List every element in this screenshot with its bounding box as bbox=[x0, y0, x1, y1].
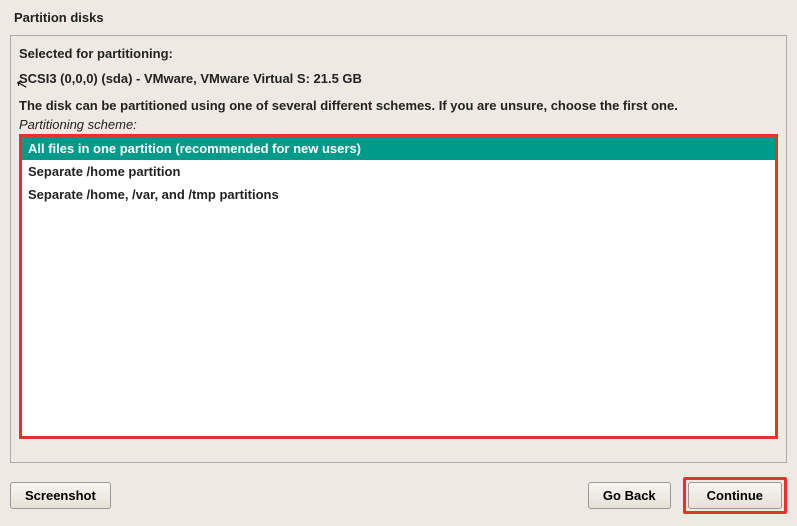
scheme-option-separate-home[interactable]: Separate /home partition bbox=[22, 160, 775, 183]
partitioning-scheme-label: Partitioning scheme: bbox=[19, 117, 778, 132]
instruction-text: The disk can be partitioned using one of… bbox=[19, 98, 778, 113]
scheme-option-separate-home-var-tmp[interactable]: Separate /home, /var, and /tmp partition… bbox=[22, 183, 775, 206]
continue-highlight: Continue bbox=[683, 477, 787, 514]
disk-info: SCSI3 (0,0,0) (sda) - VMware, VMware Vir… bbox=[19, 71, 778, 86]
page-title: Partition disks bbox=[10, 10, 787, 25]
go-back-button[interactable]: Go Back bbox=[588, 482, 671, 509]
footer: Screenshot Go Back Continue bbox=[10, 477, 787, 514]
scheme-option-all-in-one[interactable]: All files in one partition (recommended … bbox=[22, 137, 775, 160]
selected-for-partitioning-label: Selected for partitioning: bbox=[19, 46, 778, 61]
continue-button[interactable]: Continue bbox=[688, 482, 782, 509]
main-panel: Selected for partitioning: SCSI3 (0,0,0)… bbox=[10, 35, 787, 463]
partitioning-scheme-list[interactable]: All files in one partition (recommended … bbox=[19, 134, 778, 439]
right-buttons-group: Go Back Continue bbox=[588, 477, 787, 514]
screenshot-button[interactable]: Screenshot bbox=[10, 482, 111, 509]
